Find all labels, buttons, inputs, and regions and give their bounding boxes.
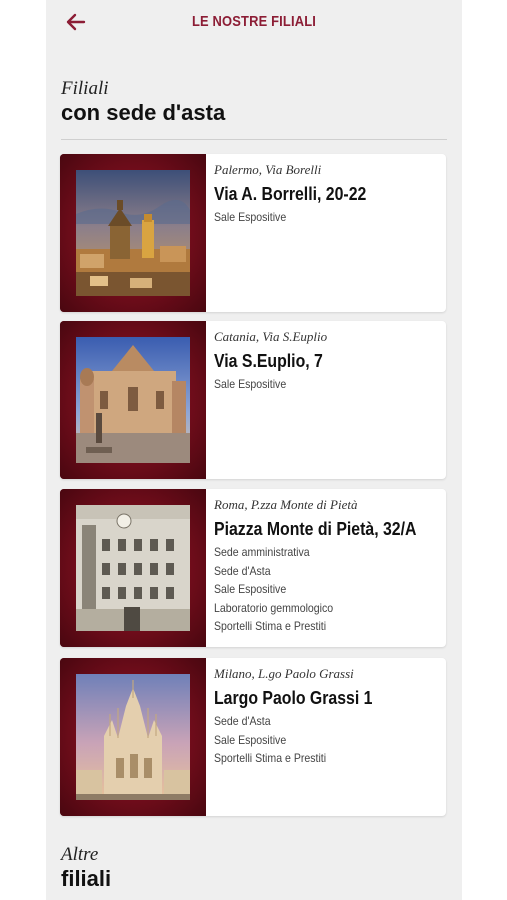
branch-service: Sale Espositive: [214, 582, 287, 596]
branch-card-roma[interactable]: Roma, P.zza Monte di Pietà Piazza Monte …: [60, 489, 446, 647]
section-kicker: Filiali: [61, 78, 109, 99]
branch-service: Sede amministrativa: [214, 545, 310, 559]
branch-service: Sale Espositive: [214, 210, 287, 224]
app-screen: LE NOSTRE FILIALI Filiali con sede d'ast…: [46, 0, 462, 900]
branch-street: Via A. Borrelli, 20-22: [214, 184, 367, 204]
branch-city: Palermo, Via Borelli: [214, 162, 322, 177]
section-header-auction: Filiali con sede d'asta: [61, 78, 225, 126]
top-bar: LE NOSTRE FILIALI: [46, 0, 462, 44]
branch-street: Via S.Euplio, 7: [214, 351, 323, 371]
branch-service: Sportelli Stima e Prestiti: [214, 619, 327, 633]
branch-service: Sportelli Stima e Prestiti: [214, 751, 327, 765]
section-header-other: Altre filiali: [61, 844, 111, 892]
branch-service: Sale Espositive: [214, 377, 287, 391]
section-title: con sede d'asta: [61, 100, 226, 125]
branch-photo-roma: [60, 489, 206, 647]
branch-photo-palermo: [60, 154, 206, 312]
section-title: filiali: [61, 866, 112, 891]
branch-service: Sale Espositive: [214, 732, 287, 747]
page-title: LE NOSTRE FILIALI: [191, 13, 317, 30]
branch-street: Largo Paolo Grassi 1: [214, 688, 373, 708]
branch-city: Roma, P.zza Monte di Pietà: [214, 497, 358, 512]
branch-city: Catania, Via S.Euplio: [214, 329, 328, 344]
section-divider: [61, 139, 447, 140]
branch-card-milano[interactable]: Milano, L.go Paolo Grassi Largo Paolo Gr…: [60, 658, 446, 816]
branch-photo-catania: [60, 321, 206, 479]
branch-service: Sede d'Asta: [214, 563, 271, 578]
branch-service: Laboratorio gemmologico: [214, 600, 334, 615]
branch-card-palermo[interactable]: Palermo, Via Borelli Via A. Borrelli, 20…: [60, 154, 446, 312]
section-kicker: Altre: [61, 844, 99, 865]
branch-card-catania[interactable]: Catania, Via S.Euplio Via S.Euplio, 7 Sa…: [60, 321, 446, 479]
branch-service: Sede d'Asta: [214, 714, 271, 728]
branch-street: Piazza Monte di Pietà, 32/A: [214, 519, 417, 539]
branch-city: Milano, L.go Paolo Grassi: [214, 666, 354, 681]
branch-photo-milano: [60, 658, 206, 816]
